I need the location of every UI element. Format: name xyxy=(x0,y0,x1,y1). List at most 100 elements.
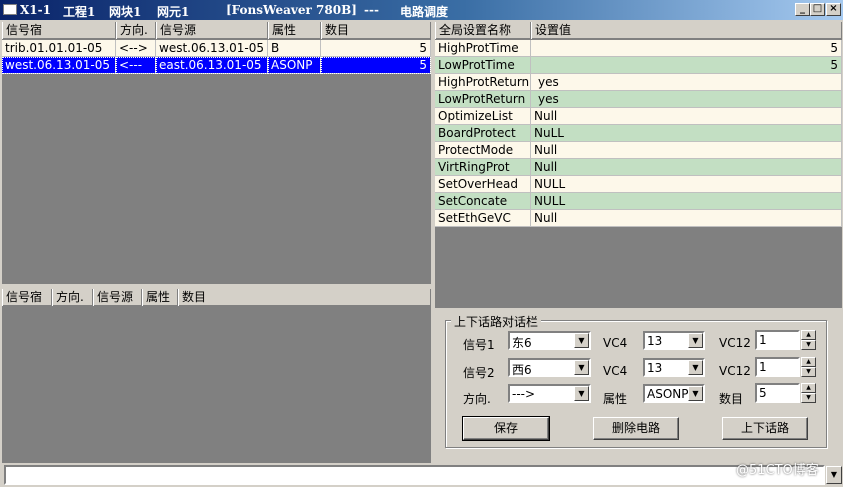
signal2-label: 信号2 xyxy=(463,366,495,380)
cell-direction: <--> xyxy=(116,40,156,57)
global-settings-table[interactable]: 全局设置名称 设置值 HighProtTime 5 LowProtTime 5 … xyxy=(435,22,842,308)
signal2-value: 西6 xyxy=(512,363,532,377)
table-row[interactable]: SetOverHead NULL xyxy=(435,176,842,193)
signal1-select[interactable]: 东6 ▼ xyxy=(508,331,591,350)
status-bar: ▼ xyxy=(0,463,843,487)
chevron-down-icon[interactable]: ▼ xyxy=(574,333,589,348)
settings-table-header: 全局设置名称 设置值 xyxy=(435,22,842,39)
col-header-direction[interactable]: 方向. xyxy=(116,22,156,39)
cell-setting-value: Null xyxy=(531,142,842,159)
table-row[interactable]: VirtRingProt Null xyxy=(435,159,842,176)
vc12-2-down-icon[interactable]: ▼ xyxy=(801,367,816,377)
add-drop-circuit-button[interactable]: 上下话路 xyxy=(722,417,808,440)
cell-count: 5 xyxy=(321,57,431,74)
cell-source: east.06.13.01-05 xyxy=(156,57,268,74)
title-item-project: 工程1 xyxy=(63,5,96,19)
cell-source: west.06.13.01-05 xyxy=(156,40,268,57)
col-header-setting-value[interactable]: 设置值 xyxy=(531,22,842,39)
count-label: 数目 xyxy=(719,392,744,406)
table-row[interactable]: HighProtReturn yes xyxy=(435,74,842,91)
title-item-x: X1-1 xyxy=(20,3,51,17)
vc12-input-1[interactable]: 1 xyxy=(755,330,800,350)
cell-setting-name: SetOverHead xyxy=(435,176,531,193)
chevron-down-icon[interactable]: ▼ xyxy=(688,360,703,375)
chevron-down-icon[interactable]: ▼ xyxy=(688,386,703,401)
col-header-attr[interactable]: 属性 xyxy=(268,22,321,39)
vc4-label-2: VC4 xyxy=(603,364,628,378)
cell-setting-value: yes xyxy=(531,74,842,91)
command-input[interactable] xyxy=(4,465,825,485)
cell-setting-name: BoardProtect xyxy=(435,125,531,142)
attr-value: ASONP xyxy=(647,387,689,401)
maximize-button[interactable]: □ xyxy=(810,3,825,16)
cell-setting-value: yes xyxy=(531,91,842,108)
vc12-input-2[interactable]: 1 xyxy=(755,357,800,377)
vc12-1-up-icon[interactable]: ▲ xyxy=(801,330,816,340)
table-row[interactable]: trib.01.01.01-05 <--> west.06.13.01-05 B… xyxy=(2,40,431,57)
table-row[interactable]: ProtectMode Null xyxy=(435,142,842,159)
cell-setting-value: Null xyxy=(531,210,842,227)
table-row[interactable]: HighProtTime 5 xyxy=(435,40,842,57)
attr-select[interactable]: ASONP ▼ xyxy=(643,384,705,403)
chevron-down-icon[interactable]: ▼ xyxy=(826,466,842,484)
chevron-down-icon[interactable]: ▼ xyxy=(574,360,589,375)
col-header-attr[interactable]: 属性 xyxy=(142,289,178,306)
table-row[interactable]: BoardProtect NuLL xyxy=(435,125,842,142)
cell-sink: trib.01.01.01-05 xyxy=(2,40,116,57)
minimize-icon: _ xyxy=(800,3,805,14)
cell-setting-name: LowProtTime xyxy=(435,57,531,74)
chevron-down-icon[interactable]: ▼ xyxy=(574,386,589,401)
col-header-count[interactable]: 数目 xyxy=(321,22,431,39)
cell-setting-value: NuLL xyxy=(531,125,842,142)
table-row[interactable]: LowProtReturn yes xyxy=(435,91,842,108)
cell-setting-name: SetEthGeVC xyxy=(435,210,531,227)
table-row[interactable]: SetEthGeVC Null xyxy=(435,210,842,227)
vc12-1-down-icon[interactable]: ▼ xyxy=(801,340,816,350)
cell-setting-name: VirtRingProt xyxy=(435,159,531,176)
cell-direction: <--- xyxy=(116,57,156,74)
lower-circuit-table[interactable]: 信号宿 方向. 信号源 属性 数目 xyxy=(2,289,431,463)
chevron-down-icon[interactable]: ▼ xyxy=(688,333,703,348)
cell-setting-name: OptimizeList xyxy=(435,108,531,125)
count-up-icon[interactable]: ▲ xyxy=(801,383,816,393)
direction-label: 方向. xyxy=(463,392,491,406)
circuit-table[interactable]: 信号宿 方向. 信号源 属性 数目 trib.01.01.01-05 <--> … xyxy=(2,22,431,284)
col-header-source[interactable]: 信号源 xyxy=(93,289,142,306)
title-item-product: [FonsWeaver 780B] xyxy=(226,3,357,17)
col-header-source[interactable]: 信号源 xyxy=(156,22,268,39)
delete-circuit-button[interactable]: 删除电路 xyxy=(593,417,679,440)
vc4-select-1[interactable]: 13 ▼ xyxy=(643,331,705,350)
signal2-select[interactable]: 西6 ▼ xyxy=(508,358,591,377)
close-icon: × xyxy=(829,3,838,14)
minimize-button[interactable]: _ xyxy=(795,3,810,16)
window-icon[interactable] xyxy=(3,4,17,15)
col-header-setting-name[interactable]: 全局设置名称 xyxy=(435,22,531,39)
vc4-label-1: VC4 xyxy=(603,336,628,350)
table-row[interactable]: LowProtTime 5 xyxy=(435,57,842,74)
table-row[interactable]: OptimizeList Null xyxy=(435,108,842,125)
title-item-module: 电路调度 xyxy=(400,5,449,19)
circuit-table-header: 信号宿 方向. 信号源 属性 数目 xyxy=(2,22,431,39)
col-header-sink[interactable]: 信号宿 xyxy=(2,22,116,39)
vc12-2-up-icon[interactable]: ▲ xyxy=(801,357,816,367)
signal1-label: 信号1 xyxy=(463,338,495,352)
col-header-sink[interactable]: 信号宿 xyxy=(2,289,52,306)
count-input[interactable]: 5 xyxy=(755,383,800,403)
table-row[interactable]: SetConcate NULL xyxy=(435,193,842,210)
vc12-label-1: VC12 xyxy=(719,336,751,350)
col-header-direction[interactable]: 方向. xyxy=(52,289,93,306)
title-bar: X1-1 工程1 网块1 网元1 [FonsWeaver 780B] --- 电… xyxy=(0,0,843,20)
cell-sink: west.06.13.01-05 xyxy=(2,57,116,74)
col-header-count[interactable]: 数目 xyxy=(178,289,431,306)
cell-setting-value: NULL xyxy=(531,193,842,210)
count-down-icon[interactable]: ▼ xyxy=(801,393,816,403)
cell-setting-value: 5 xyxy=(531,40,842,57)
close-button[interactable]: × xyxy=(826,3,841,16)
save-button[interactable]: 保存 xyxy=(462,416,550,441)
cell-count: 5 xyxy=(321,40,431,57)
vc4-select-2[interactable]: 13 ▼ xyxy=(643,358,705,377)
cell-setting-name: HighProtTime xyxy=(435,40,531,57)
direction-select[interactable]: ---> ▼ xyxy=(508,384,591,403)
direction-value: ---> xyxy=(512,387,536,401)
table-row-selected[interactable]: west.06.13.01-05 <--- east.06.13.01-05 A… xyxy=(2,57,431,74)
